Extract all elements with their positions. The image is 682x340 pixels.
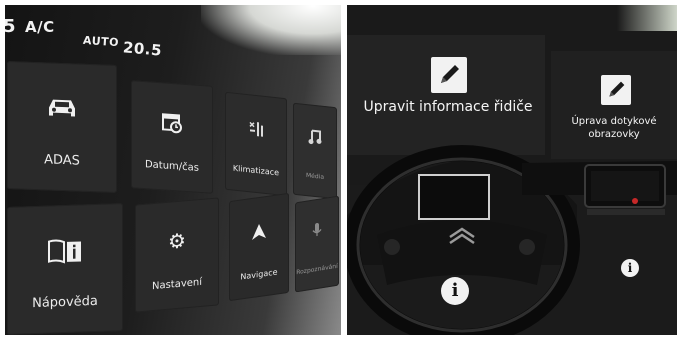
- dashboard-illustration: [347, 145, 677, 335]
- window-glare: [617, 5, 677, 31]
- pencil-icon: [431, 57, 467, 93]
- microphone-icon: [295, 219, 339, 246]
- tile-settings-label: Nastavení: [151, 276, 203, 292]
- edit-touchscreen-tile[interactable]: [551, 51, 677, 159]
- music-note-icon: [293, 127, 337, 152]
- tile-media[interactable]: Média: [293, 102, 337, 200]
- navigation-arrow-icon: [229, 219, 289, 249]
- info-icon[interactable]: i: [621, 259, 639, 277]
- tile-media-label: Média: [305, 172, 325, 182]
- infotainment-home-screen: 5 A/C AUTO 20.5 ADAS Datum/čas Klimatiza…: [5, 5, 341, 335]
- climate-sliders-icon: [225, 117, 287, 146]
- edit-touchscreen-label: Úprava dotykové obrazovky: [571, 116, 657, 140]
- tile-adas[interactable]: ADAS: [7, 61, 117, 193]
- tile-date-time[interactable]: Datum/čas: [131, 80, 213, 194]
- temperature-readout[interactable]: 20.5: [122, 38, 162, 59]
- edit-driver-info-label: Upravit informace řidiče: [363, 99, 533, 115]
- ac-status-button[interactable]: A/C: [25, 18, 55, 36]
- tile-adas-label: ADAS: [44, 152, 80, 169]
- tile-voice-recognition-label: Rozpoznávání: [296, 262, 338, 277]
- tile-help-label: Nápověda: [32, 293, 98, 312]
- tile-date-time-label: Datum/čas: [144, 158, 200, 174]
- tile-settings[interactable]: ⚙ Nastavení: [135, 197, 219, 313]
- tile-navigation-label: Navigace: [240, 267, 278, 282]
- auto-climate-status[interactable]: AUTO: [83, 34, 120, 49]
- status-partial-number: 5: [5, 16, 17, 37]
- book-info-icon: [7, 236, 123, 270]
- tile-climate[interactable]: Klimatizace: [225, 91, 287, 197]
- window-glare: [201, 5, 341, 55]
- edit-driver-info-tile[interactable]: [347, 35, 545, 155]
- info-icon[interactable]: i: [441, 277, 469, 305]
- tile-help[interactable]: Nápověda: [7, 202, 123, 335]
- car-icon: [7, 94, 117, 126]
- pencil-icon: [601, 75, 631, 105]
- settings-screen: Upravit informace řidiče Úprava dotykové…: [347, 5, 677, 335]
- gear-icon: ⚙: [168, 228, 186, 254]
- tile-navigation[interactable]: Navigace: [229, 192, 289, 302]
- calendar-clock-icon: [131, 108, 213, 142]
- tile-climate-label: Klimatizace: [232, 163, 280, 178]
- tile-voice-recognition[interactable]: Rozpoznávání: [295, 195, 339, 293]
